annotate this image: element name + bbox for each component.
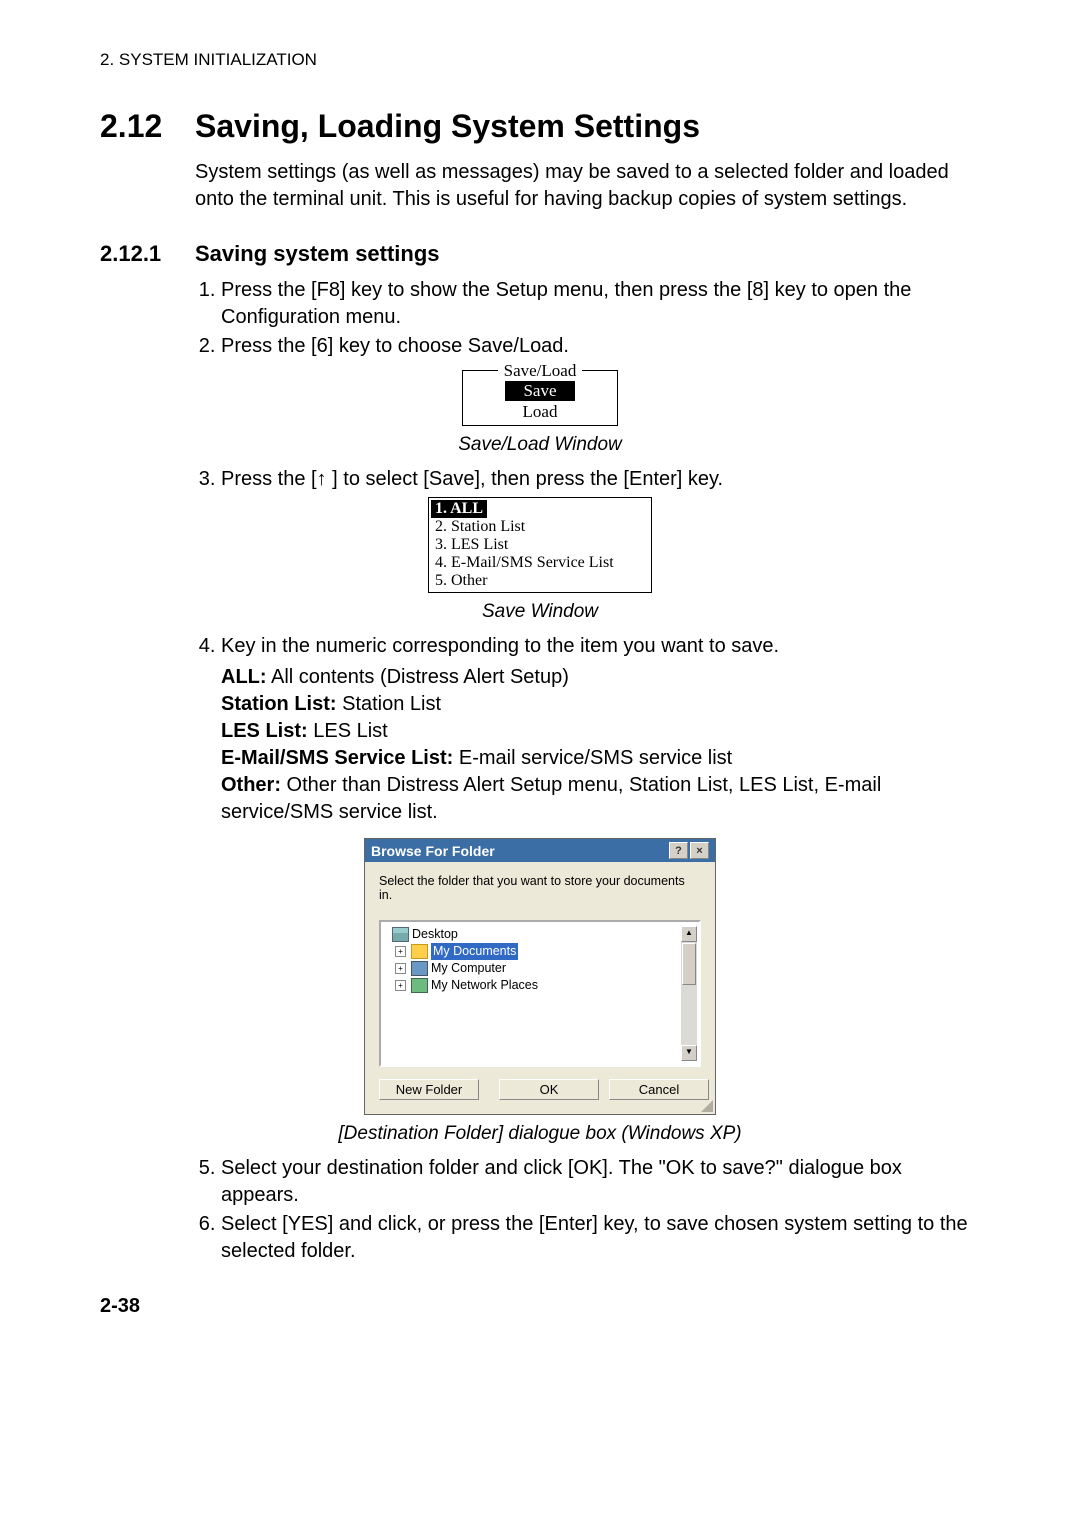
save-window-caption: Save Window (100, 601, 980, 623)
expand-icon[interactable]: + (395, 980, 406, 991)
desc-all-text: All contents (Distress Alert Setup) (267, 666, 569, 688)
desc-les: LES List: LES List (221, 718, 980, 745)
save-item-descriptions: ALL: All contents (Distress Alert Setup)… (221, 664, 980, 826)
scroll-thumb[interactable] (682, 943, 696, 985)
save-item-email[interactable]: 4. E-Mail/SMS Service List (435, 554, 645, 572)
dialog-titlebar: Browse For Folder ? × (365, 839, 715, 862)
desc-les-name: LES List: (221, 720, 308, 742)
close-icon[interactable]: × (690, 842, 709, 859)
tree-mycomp[interactable]: + My Computer (383, 960, 681, 977)
steps-list-4: Key in the numeric corresponding to the … (195, 633, 980, 826)
tree-mycomp-label: My Computer (431, 960, 506, 977)
page-number: 2-38 (100, 1295, 980, 1318)
desc-email-name: E-Mail/SMS Service List: (221, 747, 453, 769)
section-number: 2.12 (100, 108, 195, 145)
save-item-all[interactable]: 1. ALL (435, 500, 645, 518)
saveload-legend: Save/Load (498, 361, 582, 381)
tree-desktop[interactable]: Desktop (383, 926, 681, 943)
desc-email-text: E-mail service/SMS service list (453, 747, 732, 769)
step-4-text: Key in the numeric corresponding to the … (221, 635, 779, 657)
section-intro: System settings (as well as messages) ma… (195, 159, 980, 213)
subsection-title: Saving system settings (195, 241, 440, 266)
tree-mydocs[interactable]: + My Documents (383, 943, 681, 960)
browse-caption: [Destination Folder] dialogue box (Windo… (100, 1123, 980, 1145)
saveload-caption: Save/Load Window (100, 434, 980, 456)
computer-icon (411, 961, 428, 976)
dialog-buttons: New Folder OK Cancel (379, 1067, 701, 1104)
steps-list: Press the [F8] key to show the Setup men… (195, 277, 980, 360)
step-6: Select [YES] and click, or press the [En… (221, 1211, 980, 1265)
saveload-item-save[interactable]: Save (469, 381, 611, 402)
tree-scrollbar[interactable]: ▲ ▼ (681, 926, 697, 1061)
section-heading: 2.12Saving, Loading System Settings (100, 108, 980, 145)
step-5: Select your destination folder and click… (221, 1155, 980, 1209)
dialog-instruction: Select the folder that you want to store… (379, 874, 701, 902)
folder-tree[interactable]: Desktop + My Documents + My Computer + (379, 920, 701, 1067)
save-item-station[interactable]: 2. Station List (435, 518, 645, 536)
cancel-button[interactable]: Cancel (609, 1079, 709, 1100)
desc-other: Other: Other than Distress Alert Setup m… (221, 772, 980, 826)
step-3: Press the [↑ ] to select [Save], then pr… (221, 466, 980, 493)
saveload-fieldset: Save/Load Save Load (462, 370, 618, 426)
desc-les-text: LES List (308, 720, 388, 742)
folder-icon (411, 944, 428, 959)
step-4: Key in the numeric corresponding to the … (221, 633, 980, 826)
save-item-all-selected: 1. ALL (431, 500, 487, 518)
desc-station-text: Station List (337, 693, 442, 715)
step-1: Press the [F8] key to show the Setup men… (221, 277, 980, 331)
desc-station-name: Station List: (221, 693, 337, 715)
tree-mydocs-label: My Documents (431, 943, 518, 960)
dialog-title-text: Browse For Folder (371, 843, 495, 859)
expand-icon[interactable]: + (395, 946, 406, 957)
desc-station: Station List: Station List (221, 691, 980, 718)
desc-other-text: Other than Distress Alert Setup menu, St… (221, 774, 881, 823)
dialog-body: Select the folder that you want to store… (365, 862, 715, 1114)
tree-myneigh[interactable]: + My Network Places (383, 977, 681, 994)
section-title: Saving, Loading System Settings (195, 108, 700, 144)
saveload-save-selected: Save (505, 381, 574, 401)
save-item-other[interactable]: 5. Other (435, 572, 645, 590)
saveload-item-load[interactable]: Load (469, 402, 611, 423)
browse-dialog: Browse For Folder ? × Select the folder … (364, 838, 716, 1115)
desc-all-name: ALL: (221, 666, 267, 688)
tree-myneigh-label: My Network Places (431, 977, 538, 994)
desc-all: ALL: All contents (Distress Alert Setup) (221, 664, 980, 691)
page-header: 2. SYSTEM INITIALIZATION (100, 50, 980, 70)
help-icon[interactable]: ? (669, 842, 688, 859)
subsection-heading: 2.12.1Saving system settings (100, 241, 980, 267)
resize-grip-icon[interactable] (701, 1100, 713, 1112)
step-2: Press the [6] key to choose Save/Load. (221, 333, 980, 360)
ok-button[interactable]: OK (499, 1079, 599, 1100)
save-window: 1. ALL 2. Station List 3. LES List 4. E-… (428, 497, 652, 593)
folder-tree-inner: Desktop + My Documents + My Computer + (383, 926, 681, 1061)
desktop-icon (392, 927, 409, 942)
scroll-up-icon[interactable]: ▲ (681, 926, 697, 942)
network-icon (411, 978, 428, 993)
subsection-number: 2.12.1 (100, 241, 195, 267)
scroll-track[interactable] (681, 986, 697, 1045)
scroll-down-icon[interactable]: ▼ (681, 1045, 697, 1061)
new-folder-button[interactable]: New Folder (379, 1079, 479, 1100)
save-item-les[interactable]: 3. LES List (435, 536, 645, 554)
tree-desktop-label: Desktop (412, 926, 458, 943)
desc-email: E-Mail/SMS Service List: E-mail service/… (221, 745, 980, 772)
expand-icon[interactable]: + (395, 963, 406, 974)
steps-list-cont: Press the [↑ ] to select [Save], then pr… (195, 466, 980, 493)
saveload-window: Save/Load Save Load (460, 370, 620, 426)
steps-list-5: Select your destination folder and click… (195, 1155, 980, 1265)
desc-other-name: Other: (221, 774, 281, 796)
